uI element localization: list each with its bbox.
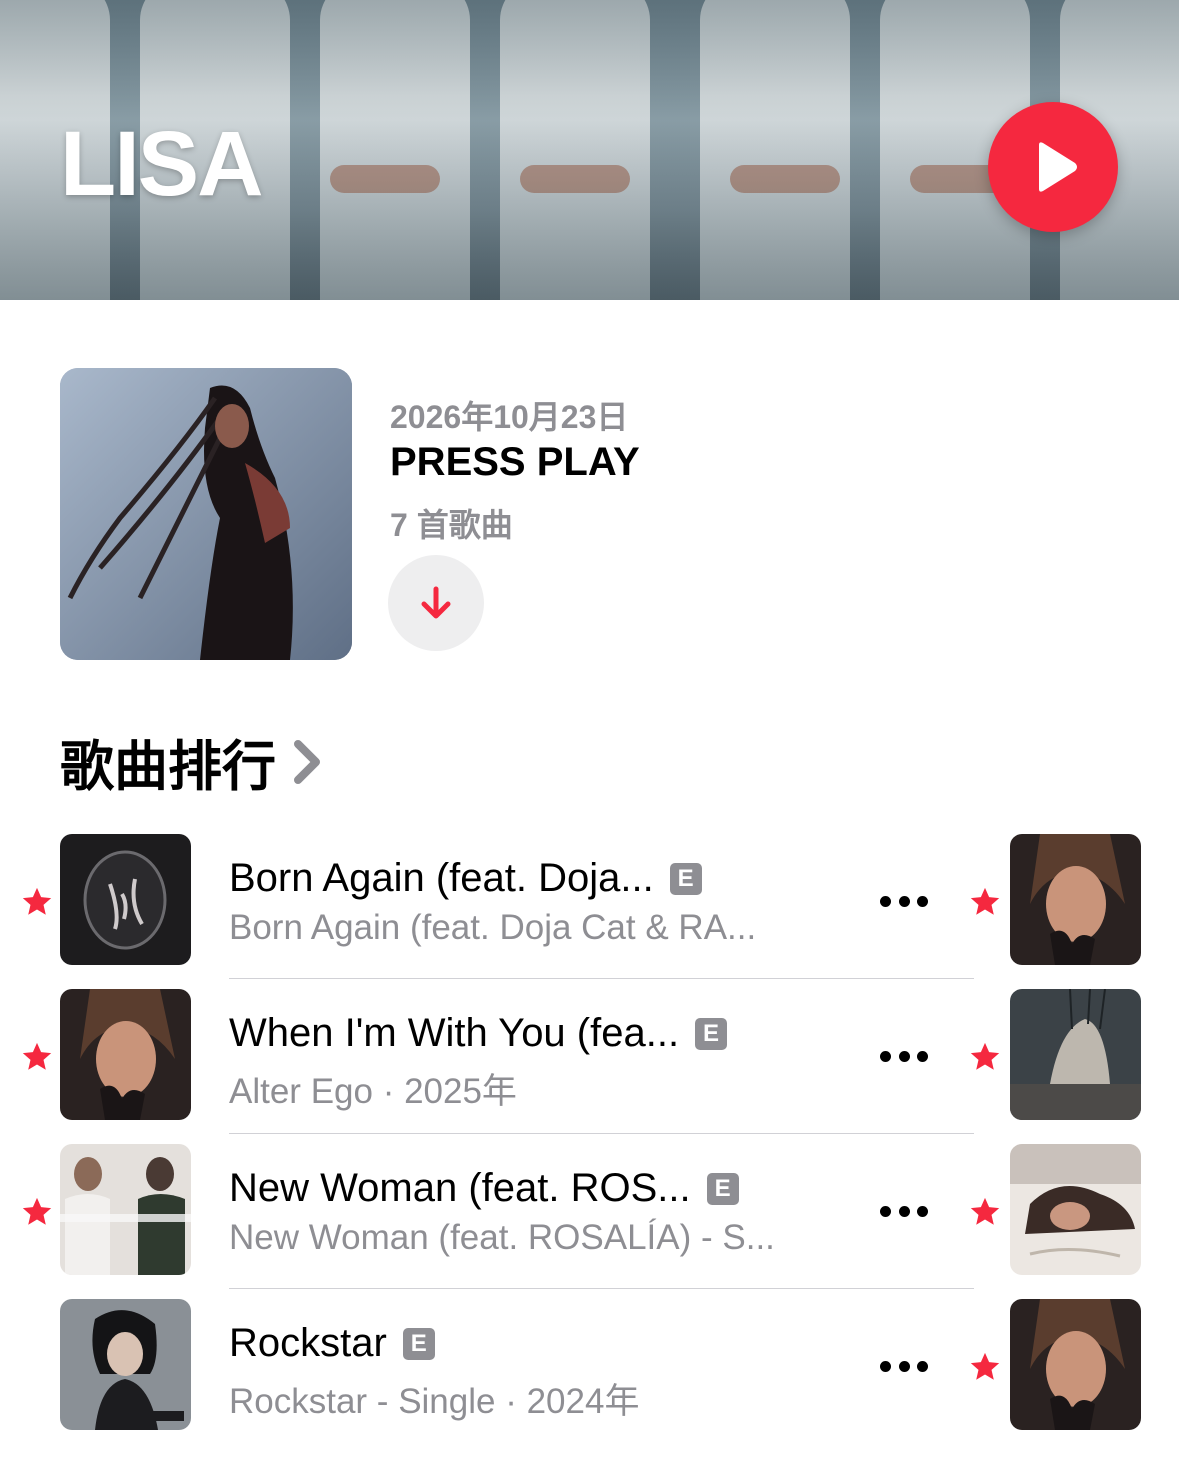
more-options-button[interactable]	[880, 1048, 928, 1064]
release-date: 2026年10月23日	[390, 399, 629, 435]
song-row[interactable]: Born Again (feat. Doja... E Born Again (…	[0, 834, 1179, 989]
more-options-button[interactable]	[880, 893, 928, 909]
explicit-badge: E	[695, 1017, 728, 1050]
play-icon	[1039, 142, 1077, 192]
song-row[interactable]: When I'm With You (fea... E Alter Ego · …	[0, 989, 1179, 1144]
row-divider	[229, 978, 974, 979]
favorite-star-icon	[22, 1197, 52, 1225]
song-artwork[interactable]	[60, 1299, 191, 1430]
top-songs-heading-label: 歌曲排行	[60, 737, 276, 797]
song-row[interactable]: New Woman (feat. ROS... E New Woman (fea…	[0, 1144, 1179, 1299]
song-title-text: Born Again (feat. Doja...	[229, 856, 654, 900]
song-row[interactable]: Rockstar E Rockstar - Single · 2024年	[0, 1299, 1179, 1454]
song-title: Rockstar E	[229, 1321, 435, 1366]
song-title: New Woman (feat. ROS... E	[229, 1166, 739, 1211]
favorite-star-icon	[970, 887, 1000, 915]
explicit-badge: E	[402, 1327, 435, 1360]
latest-release-artwork[interactable]	[60, 368, 352, 660]
favorite-star-icon	[970, 1042, 1000, 1070]
top-songs-heading[interactable]: 歌曲排行	[60, 722, 324, 801]
song-subtitle: New Woman (feat. ROSALÍA) - S...	[229, 1218, 775, 1257]
chevron-right-icon	[294, 739, 320, 784]
download-arrow-icon	[421, 586, 451, 619]
artist-header-banner: LISA	[0, 0, 1179, 300]
favorite-star-icon	[970, 1197, 1000, 1225]
explicit-badge: E	[706, 1172, 739, 1205]
explicit-badge: E	[669, 862, 702, 895]
favorite-star-icon	[970, 1352, 1000, 1380]
song-artwork[interactable]	[60, 1144, 191, 1275]
song-title: When I'm With You (fea... E	[229, 1011, 728, 1056]
song-title-text: Rockstar	[229, 1321, 387, 1365]
play-button[interactable]	[988, 102, 1118, 232]
song-artwork[interactable]	[1010, 989, 1141, 1120]
favorite-star-icon	[22, 1042, 52, 1070]
song-artwork[interactable]	[1010, 1299, 1141, 1430]
favorite-star-icon	[22, 887, 52, 915]
song-title-text: New Woman (feat. ROS...	[229, 1166, 691, 1210]
song-title-text: When I'm With You (fea...	[229, 1011, 680, 1055]
row-divider	[229, 1133, 974, 1134]
song-subtitle: Born Again (feat. Doja Cat & RA...	[229, 908, 757, 947]
song-subtitle: Alter Ego · 2025年	[229, 1072, 517, 1111]
more-options-button[interactable]	[880, 1358, 928, 1374]
download-button[interactable]	[388, 555, 484, 651]
more-options-button[interactable]	[880, 1203, 928, 1219]
artist-name: LISA	[60, 113, 264, 215]
song-artwork[interactable]	[1010, 1144, 1141, 1275]
song-artwork[interactable]	[60, 989, 191, 1120]
row-divider	[229, 1288, 974, 1289]
song-title: Born Again (feat. Doja... E	[229, 856, 702, 901]
song-subtitle: Rockstar - Single · 2024年	[229, 1382, 640, 1421]
song-artwork[interactable]	[1010, 834, 1141, 965]
release-track-count: 7 首歌曲	[390, 507, 513, 543]
release-title[interactable]: PRESS PLAY	[390, 440, 640, 485]
song-artwork[interactable]	[60, 834, 191, 965]
